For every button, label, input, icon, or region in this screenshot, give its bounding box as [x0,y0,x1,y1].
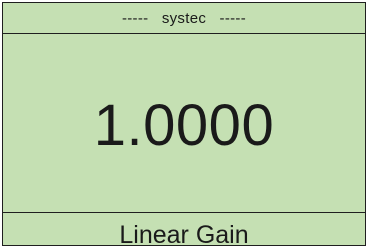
display-header: ----- systec ----- [3,3,365,34]
device-display: ----- systec ----- 1.0000 Linear Gain [2,2,366,246]
parameter-label: Linear Gain [119,221,249,247]
display-footer: Linear Gain [3,212,365,246]
value-area: 1.0000 [3,34,365,212]
header-title: ----- systec ----- [121,9,247,27]
gain-value: 1.0000 [93,93,275,158]
